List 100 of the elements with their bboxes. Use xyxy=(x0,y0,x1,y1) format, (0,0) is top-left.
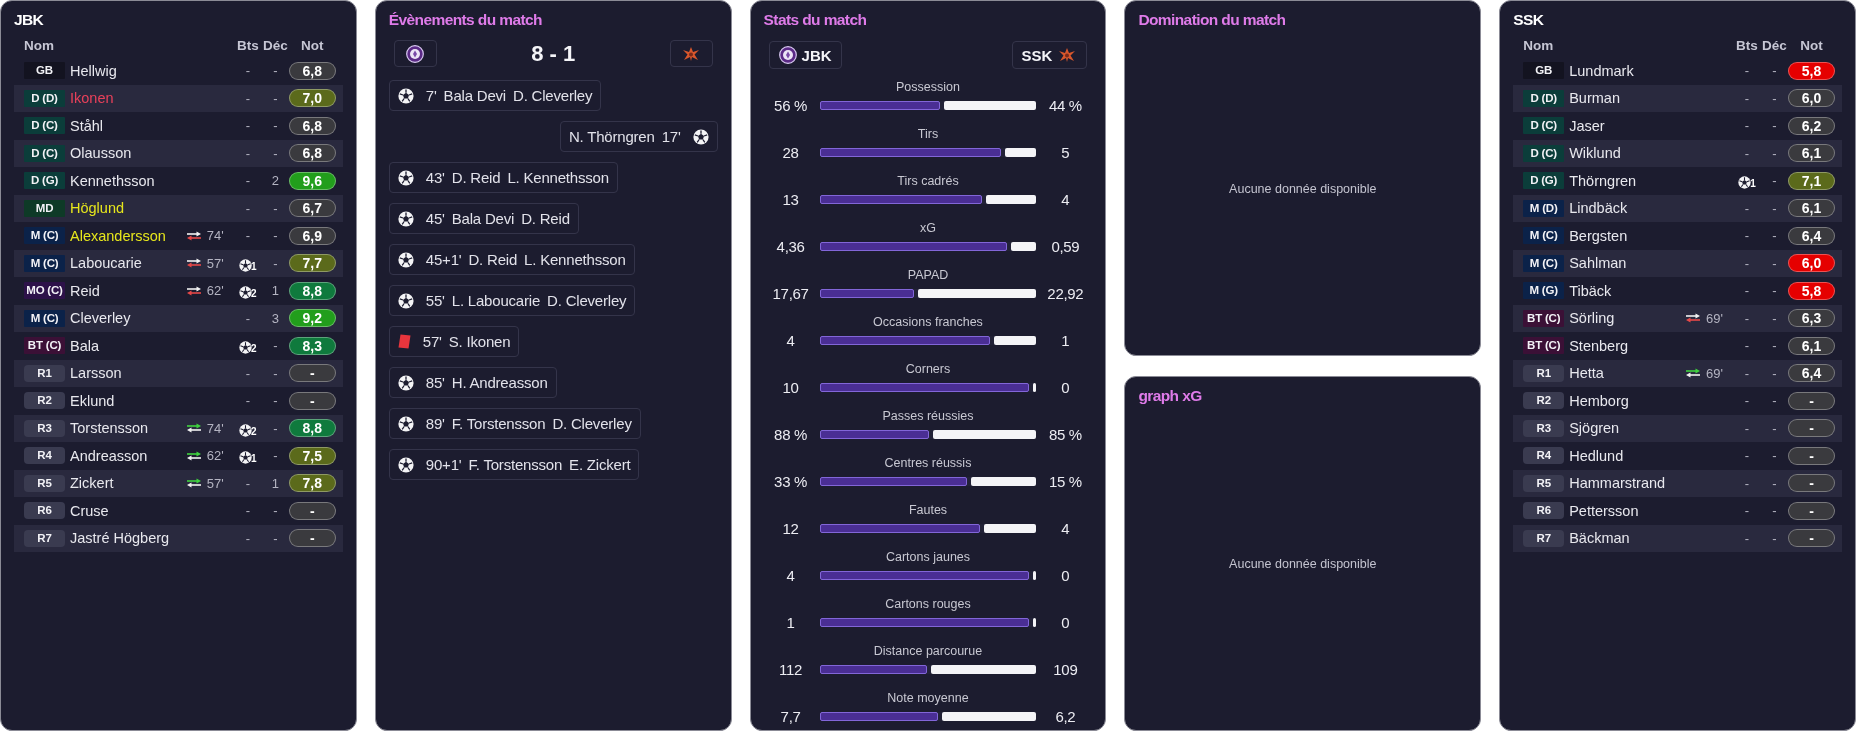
player-name: Cleverley xyxy=(70,310,131,327)
team-name: SSK xyxy=(1021,46,1053,64)
position-badge: R6 xyxy=(24,502,65,520)
rating-pill: 6,1 xyxy=(1788,144,1835,163)
away-share-bar xyxy=(1033,570,1037,580)
goals-value: - xyxy=(1744,503,1750,519)
goals-value: - xyxy=(1744,145,1750,161)
panel-title: SSK xyxy=(1513,10,1544,30)
assists-value: - xyxy=(273,338,278,354)
position-badge: M (C) xyxy=(24,309,65,327)
stat-value: 1 xyxy=(786,613,795,631)
position-badge: MO (C) xyxy=(24,282,65,300)
position-badge: D (C) xyxy=(1523,144,1565,162)
position-badge: R4 xyxy=(24,447,65,465)
event-assist: D. Cleverley xyxy=(513,87,593,104)
event-minute: 7' xyxy=(425,87,437,104)
stat-value: 6,2 xyxy=(1055,707,1076,725)
goals-value: - xyxy=(245,90,250,106)
assists-value: - xyxy=(273,420,278,436)
goals-value: - xyxy=(245,393,250,409)
stat-label: Corners xyxy=(905,361,951,377)
stat-label: Tirs xyxy=(917,126,939,142)
assists-value: - xyxy=(273,90,278,106)
stat-label: Passes réussies xyxy=(882,408,974,424)
player-name: Hedlund xyxy=(1569,447,1624,464)
goals-value: - xyxy=(245,503,250,519)
rating-pill: - xyxy=(288,529,336,548)
assists-value: - xyxy=(273,200,278,216)
stat-value: 56 % xyxy=(774,96,808,114)
goals-value: - xyxy=(1744,530,1750,546)
goal-count: 1 xyxy=(251,261,257,272)
away-share-bar xyxy=(1033,382,1037,392)
stat-value: 5 xyxy=(1061,143,1070,161)
position-badge: D (G) xyxy=(1523,172,1565,190)
player-name: Lindbäck xyxy=(1569,200,1628,217)
rating-pill: 5,8 xyxy=(1788,281,1835,300)
rating-pill: 6,7 xyxy=(288,199,336,218)
rating-pill: 6,9 xyxy=(288,226,336,245)
assists-value: - xyxy=(1772,530,1777,546)
position-badge: M (C) xyxy=(1523,227,1565,245)
stat-value: 0 xyxy=(1061,566,1070,584)
assists-value: - xyxy=(1772,338,1777,354)
player-name: Sjögren xyxy=(1569,420,1620,437)
assists-value: - xyxy=(1772,145,1777,161)
substitution-minute: 57' xyxy=(206,255,224,271)
position-badge: R7 xyxy=(1523,529,1565,547)
position-badge: D (C) xyxy=(1523,117,1565,135)
rating-pill: 6,2 xyxy=(1788,116,1835,135)
assists-value: - xyxy=(273,255,278,271)
goals-value: - xyxy=(245,63,250,79)
goals-value: - xyxy=(245,118,250,134)
panel-title: JBK xyxy=(14,10,44,30)
rating-pill: 6,8 xyxy=(288,144,336,163)
club-crest-icon xyxy=(681,45,702,62)
assists-value: - xyxy=(1772,228,1777,244)
position-badge: GB xyxy=(24,62,65,80)
goals-value: - xyxy=(1744,90,1750,106)
player-name: Bergsten xyxy=(1569,227,1628,244)
event-assist: D. Cleverley xyxy=(552,415,632,432)
player-name: Hammarstrand xyxy=(1569,475,1666,492)
event-minute: 45+1' xyxy=(425,251,462,268)
goals-value: - xyxy=(1744,365,1750,381)
rating-pill: 8,8 xyxy=(288,281,336,300)
rating-pill: 7,0 xyxy=(288,89,336,108)
stat-value: 12 xyxy=(782,519,799,537)
goal-count: 2 xyxy=(251,289,257,300)
event-player: L. Laboucarie xyxy=(451,292,541,309)
stat-label: Fautes xyxy=(908,502,948,518)
club-crest-icon xyxy=(778,46,797,64)
substitution-minute: 62' xyxy=(206,448,224,464)
position-badge: BT (C) xyxy=(24,337,65,355)
empty-state-text: Aucune donnée disponible xyxy=(1229,557,1377,572)
stat-value: 4 xyxy=(1061,519,1070,537)
event-assist: L. Kennethsson xyxy=(507,169,609,186)
rating-pill: 7,5 xyxy=(288,446,336,465)
player-name: Jastré Högberg xyxy=(70,530,170,547)
stat-value: 15 % xyxy=(1048,472,1082,490)
stat-value: 4 xyxy=(786,566,795,584)
ball-icon xyxy=(397,292,414,309)
player-name: Burman xyxy=(1569,90,1620,107)
rating-pill: 6,0 xyxy=(1788,89,1835,108)
substitution-minute: 69' xyxy=(1706,365,1723,381)
player-name: Hetta xyxy=(1569,365,1604,382)
stat-value: 4,36 xyxy=(776,237,805,255)
ball-icon xyxy=(397,374,414,391)
event-minute: 89' xyxy=(425,415,445,432)
goals-value: - xyxy=(245,200,250,216)
stat-value: 4 xyxy=(1061,190,1070,208)
event-minute: 45' xyxy=(425,210,445,227)
position-badge: M (D) xyxy=(1523,199,1565,217)
assists-value: - xyxy=(273,365,278,381)
position-badge: R7 xyxy=(24,529,65,547)
player-name: Alexandersson xyxy=(70,227,166,244)
assists-value: - xyxy=(273,530,278,546)
position-badge: M (G) xyxy=(1523,282,1565,300)
position-badge: MD xyxy=(24,199,65,217)
player-name: Pettersson xyxy=(1569,502,1639,519)
stat-value: 1 xyxy=(1061,331,1070,349)
assists-value: - xyxy=(1772,503,1777,519)
stat-value: 7,7 xyxy=(780,707,801,725)
